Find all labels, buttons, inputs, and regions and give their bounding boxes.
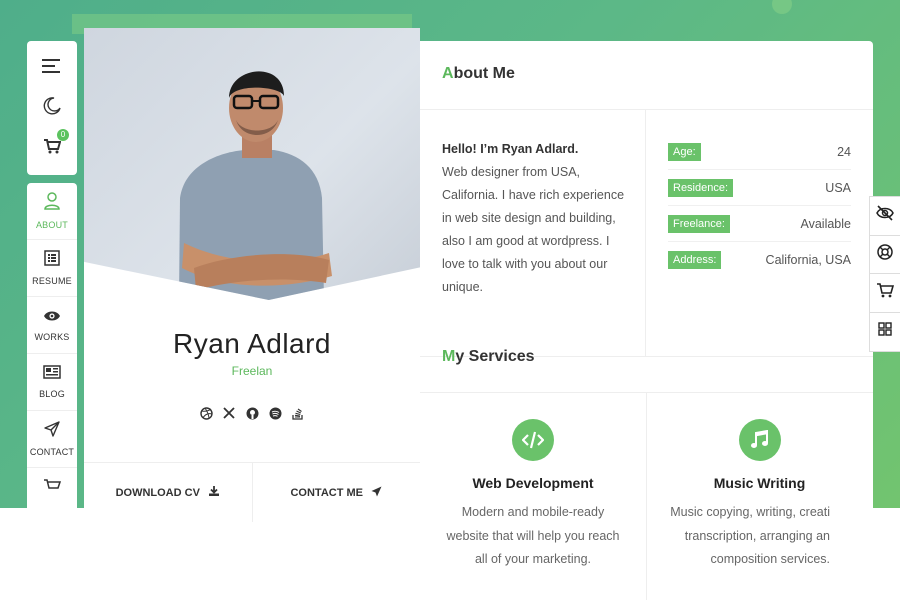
info-list: Age: 24 Residence: USA Freelance: Availa… [646,110,873,356]
about-line: love to talk with you about our [442,257,608,271]
service-line: Modern and mobile-ready [461,505,605,519]
stackoverflow-icon[interactable] [291,406,305,420]
nav-item-blog[interactable]: BLOG [27,354,77,411]
contact-me-button[interactable]: CONTACT ME [251,463,421,522]
hide-toggle-button[interactable] [870,197,900,236]
about-line: California. I have rich experience [442,188,625,202]
services-title: My Services [436,346,535,370]
support-button[interactable] [870,236,900,274]
profile-photo [84,28,420,300]
content-panel: About Me Hello! I’m Ryan Adlard. Web des… [420,41,873,600]
info-key: Freelance: [668,214,730,233]
nav-item-label: ABOUT [35,220,68,230]
menu-icon[interactable] [41,55,63,77]
music-icon [738,419,781,461]
about-title: About Me [436,63,515,87]
resume-icon [44,250,60,271]
nav-top-panel: 0 [27,41,77,175]
download-cv-label: DOWNLOAD CV [115,486,200,499]
github-icon[interactable] [245,406,259,420]
nav-item-shop[interactable] [27,468,77,508]
eye-slash-icon [876,205,894,226]
info-key: Age: [668,142,701,161]
cart-icon[interactable]: 0 [41,129,69,157]
info-value: 24 [837,144,851,159]
about-title-rest: bout Me [453,65,515,82]
code-icon [512,419,554,461]
right-toolbar [869,196,900,352]
sidebar-nav: ABOUT RESUME WORKS BLOG CONTACT [27,183,77,508]
services-section: Web Development Modern and mobile-ready … [420,392,873,600]
info-row: Residence: USA [668,170,851,206]
cart-icon [876,282,895,303]
grid-icon [878,322,892,341]
service-line: Music copying, writing, creati [670,505,830,519]
user-icon [44,192,60,215]
x-icon[interactable] [222,406,236,420]
services-title-rest: y Services [455,348,535,365]
nav-item-label: RESUME [32,276,72,286]
contact-me-label: CONTACT ME [290,486,363,499]
nav-item-about[interactable]: ABOUT [27,183,77,240]
moon-icon[interactable] [41,95,63,117]
about-hello: Hello! I’m Ryan Adlard. [442,142,579,156]
about-section: Hello! I’m Ryan Adlard. Web designer fro… [420,109,873,357]
service-card-web-development: Web Development Modern and mobile-ready … [420,393,646,600]
info-key: Address: [668,251,722,269]
service-card-music-writing: Music Writing Music copying, writing, cr… [646,393,872,600]
service-description: Music copying, writing, creati transcrip… [647,501,872,572]
info-row: Address: California, USA [668,242,851,278]
service-title: Web Development [472,475,594,491]
nav-item-label: WORKS [34,331,70,342]
service-description: Modern and mobile-ready website that wil… [420,501,646,572]
info-row: Age: 24 [668,134,851,170]
info-key: Residence: [668,178,734,197]
service-line: all of your marketing. [474,552,592,566]
about-line: Web designer from USA, [442,165,581,179]
profile-card: Ryan Adlard Freelan DOWNLOAD CV CONTACT … [84,28,420,600]
service-line: website that will help you reach [446,528,620,543]
info-value: USA [825,180,851,195]
person-illustration [179,71,332,300]
about-line: unique. [442,280,484,294]
grid-button[interactable] [870,313,900,352]
services-title-first: M [442,348,456,365]
service-title: Music Writing [713,475,806,491]
cart-button[interactable] [870,274,900,313]
profile-role: Freelan [231,364,273,378]
info-row: Freelance: Available [668,206,851,242]
nav-item-resume[interactable]: RESUME [27,240,77,297]
nav-item-works[interactable]: WORKS [27,297,77,354]
nav-item-contact[interactable]: CONTACT [27,411,77,468]
nav-item-label: CONTACT [29,447,75,457]
cart-count-badge: 0 [57,129,69,141]
about-line: also I am good at wordpress. I [442,234,610,248]
nav-item-label: BLOG [39,389,65,399]
info-value: Available [800,216,851,231]
service-line: transcription, arranging an [684,528,830,543]
service-line: composition services. [710,552,831,566]
send-icon [44,421,60,442]
cart-icon [43,478,62,497]
newspaper-icon [43,365,61,384]
about-title-first: A [442,65,454,82]
profile-name: Ryan Adlard [172,328,332,359]
spotify-icon[interactable] [268,406,282,420]
card-actions: DOWNLOAD CV CONTACT ME [84,462,420,522]
download-cv-button[interactable]: DOWNLOAD CV [84,463,252,522]
about-text: Hello! I’m Ryan Adlard. Web designer fro… [420,110,646,356]
social-links [84,406,420,420]
about-line: in web site design and building, [442,211,616,225]
eye-icon [43,309,61,327]
paper-plane-icon [371,486,382,500]
download-icon [208,485,220,500]
lifebuoy-icon [877,244,893,265]
dribbble-icon[interactable] [199,406,213,420]
info-value: California, USA [765,253,851,267]
